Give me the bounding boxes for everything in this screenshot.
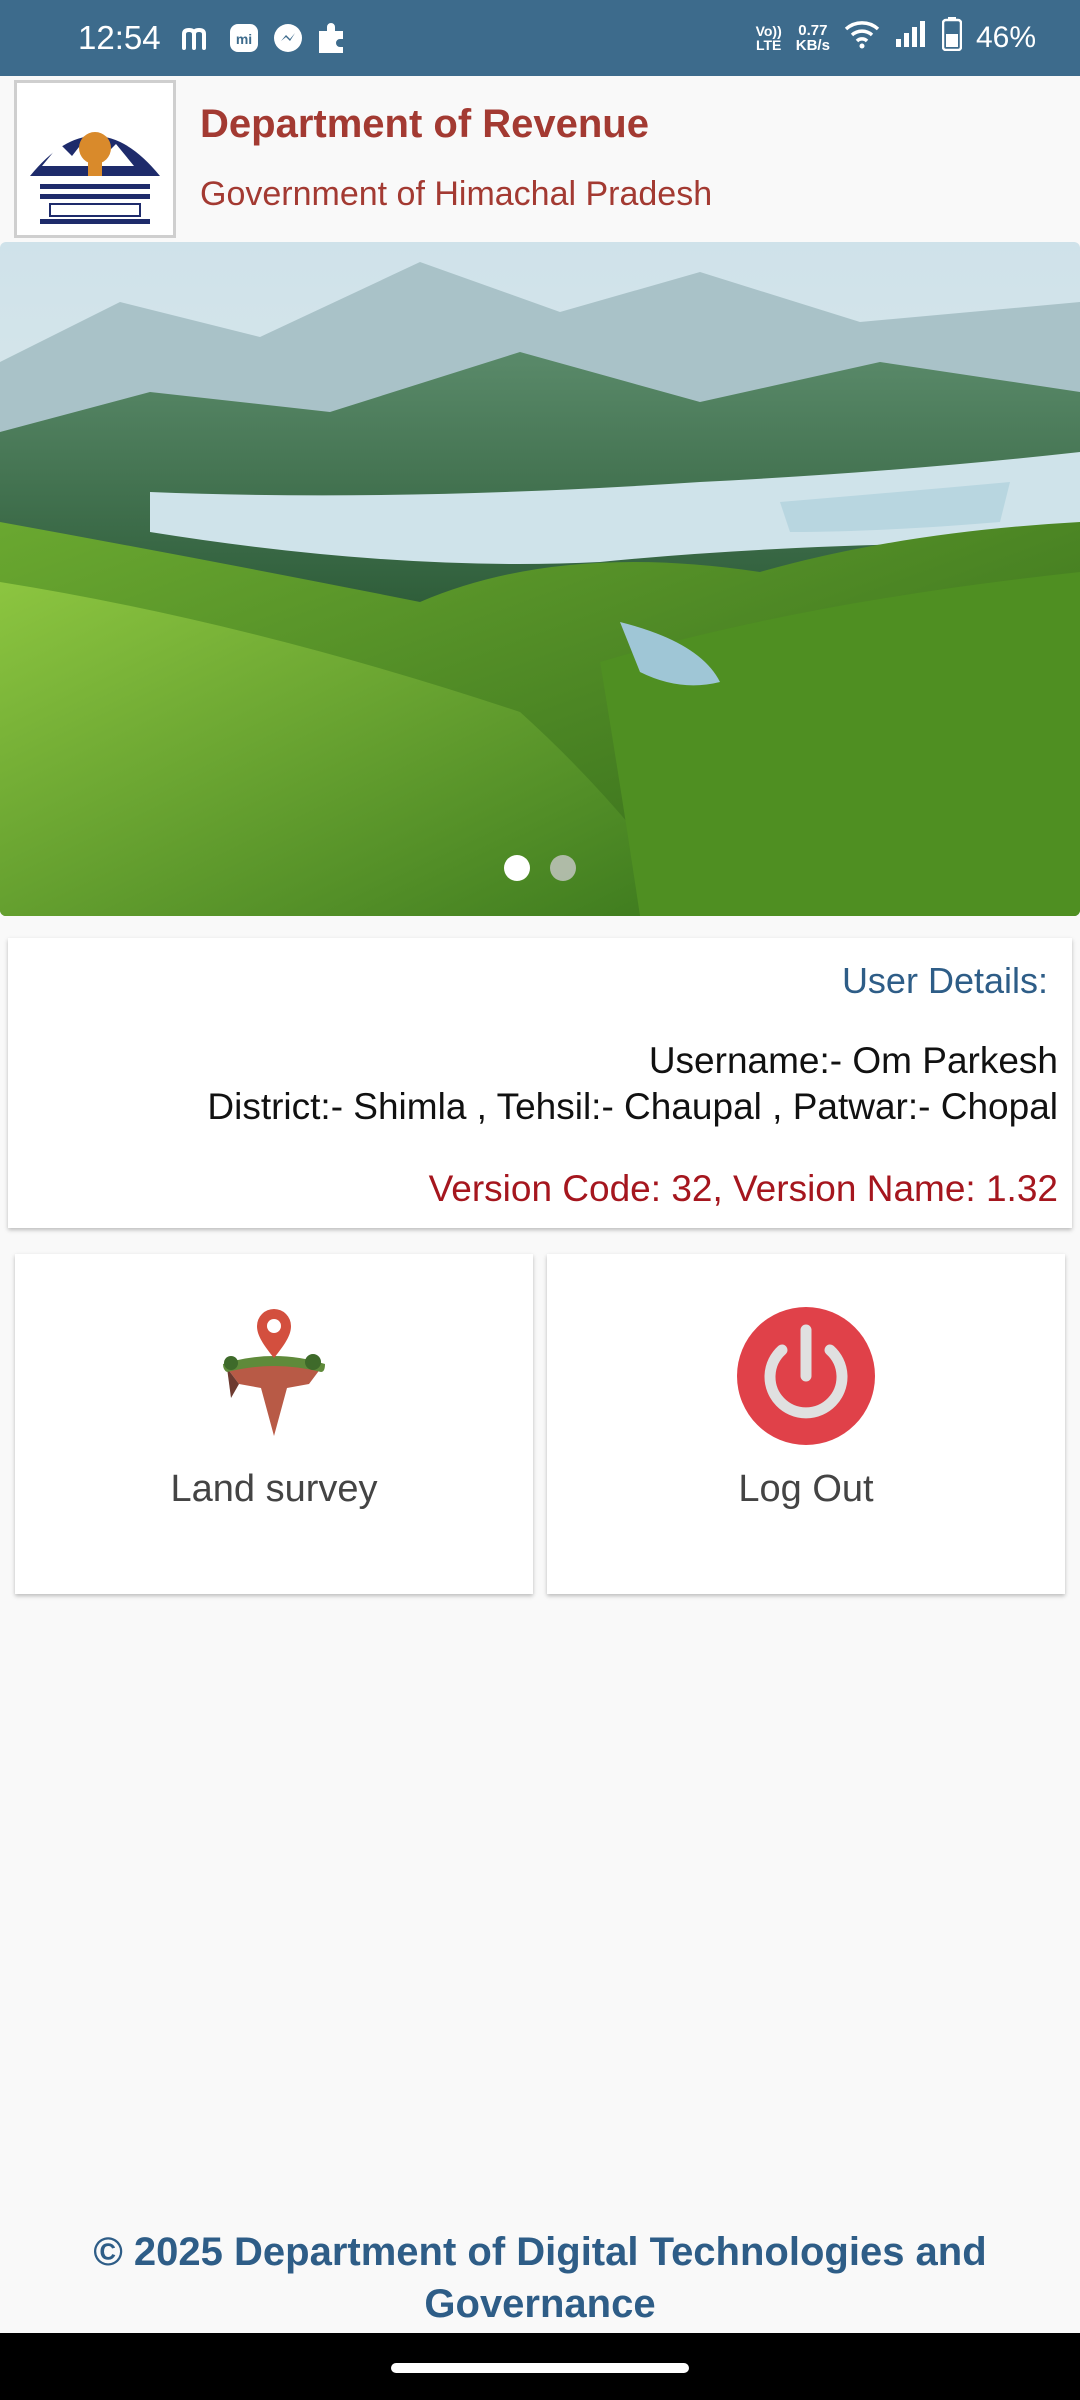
land-survey-icon — [209, 1306, 339, 1441]
status-right: Vo)) LTE 0.77 KB/s 46% — [756, 17, 1036, 59]
header-subtitle: Government of Himachal Pradesh — [200, 175, 713, 213]
volte-indicator: Vo)) LTE — [755, 23, 782, 53]
wifi-icon — [844, 19, 880, 57]
username-text: Username:- Om Parkesh — [648, 1040, 1058, 1081]
footer-copyright: © 2025 Department of Digital Technologie… — [93, 2230, 987, 2326]
power-icon — [736, 1306, 876, 1451]
network-speed: 0.77 KB/s — [795, 22, 830, 54]
status-bar: 12:54 mi Vo)) LTE 0.77 KB/s 46% — [0, 0, 1080, 76]
version-text: Version Code: 32, Version Name: 1.32 — [428, 1168, 1058, 1209]
banner-carousel[interactable] — [0, 242, 1080, 916]
battery-icon — [941, 17, 963, 59]
signal-icon — [894, 19, 928, 57]
system-nav-bar — [0, 2333, 1080, 2400]
notification-icons: mi — [181, 21, 349, 55]
puzzle-icon — [317, 21, 349, 55]
carousel-dot-2[interactable] — [550, 855, 576, 881]
battery-percent: 46% — [975, 21, 1036, 54]
app-header: Department of Revenue Government of Hima… — [0, 76, 1080, 242]
logout-tile[interactable]: Log Out — [547, 1254, 1065, 1594]
location-text: District:- Shimla , Tehsil:- Chaupal , P… — [207, 1086, 1058, 1127]
carousel-dot-1[interactable] — [504, 855, 530, 881]
m-icon — [181, 24, 215, 52]
home-indicator[interactable] — [391, 2363, 689, 2373]
himachal-emblem-logo — [14, 80, 176, 238]
header-title: Department of Revenue — [200, 102, 649, 146]
messenger-icon — [273, 23, 303, 53]
carousel-indicator — [0, 855, 1080, 881]
status-time: 12:54 — [78, 19, 161, 56]
logout-label: Log Out — [738, 1468, 874, 1510]
user-details-label: User Details: — [841, 960, 1048, 1001]
land-survey-tile[interactable]: Land survey — [15, 1254, 533, 1594]
mi-icon: mi — [229, 23, 259, 53]
svg-text:mi: mi — [235, 31, 251, 47]
land-survey-label: Land survey — [170, 1468, 378, 1510]
user-details-card: User Details: Username:- Om Parkesh Dist… — [8, 938, 1072, 1228]
landscape-image — [0, 242, 1080, 916]
